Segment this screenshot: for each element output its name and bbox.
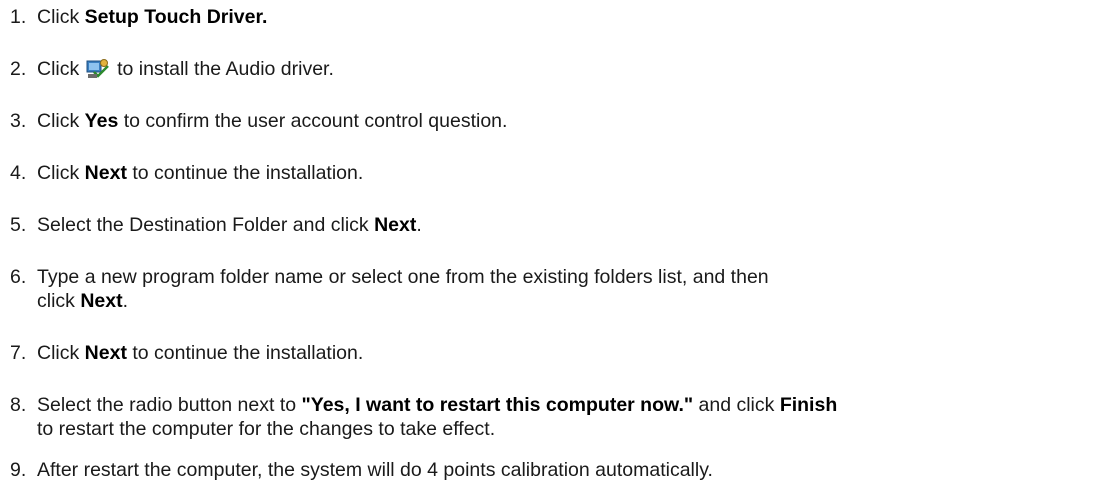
step-number: 5. [10,214,27,236]
step-bold-text: Next [84,162,127,184]
step-text: Click [37,110,85,132]
step-text: . [122,290,129,312]
step-text: Select the Destination Folder and click [37,214,375,236]
step-text: . [416,214,422,236]
step-8: 8. Select the radio button next to "Yes, … [10,393,837,417]
step-text: to continue the installation. [126,162,364,184]
step-5: 5. Select the Destination Folder and clic… [10,213,422,237]
step-text: to install the Audio driver. [111,58,334,80]
step-number: 3. [10,110,27,132]
step-text: Type a new program folder name or select… [37,266,769,288]
step-6: 6. Type a new program folder name or sele… [10,265,769,289]
step-text: to confirm the user account control ques… [118,110,508,132]
step-bold-text: Setup Touch Driver. [84,6,268,28]
step-number: 1. [10,6,27,28]
step-text: Select the radio button next to [37,394,302,416]
step-2: 2. Click to install the Audio driver. [10,57,334,81]
step-8-continuation: to restart the computer for the changes … [37,417,495,441]
step-number: 6. [10,266,27,288]
step-text: Click [37,342,85,364]
step-6-continuation: click Next. [37,289,128,313]
step-text: Click [37,162,85,184]
step-bold-text: "Yes, I want to restart this computer no… [301,394,694,416]
audio-driver-setup-icon [86,58,110,79]
step-number: 4. [10,162,27,184]
step-bold-text: Yes [84,110,119,132]
step-text: After restart the computer, the system w… [37,459,713,481]
step-number: 2. [10,58,27,80]
step-bold-text: Next [80,290,123,312]
step-text: Click [37,58,85,80]
step-7: 7. Click Next to continue the installatio… [10,341,363,365]
instruction-list: 1. Click Setup Touch Driver. 2. Click to i… [0,0,1106,488]
step-text: click [37,290,81,312]
step-text: to restart the computer for the changes … [37,418,496,440]
step-bold-text: Finish [779,394,838,416]
step-text: to continue the installation. [126,342,364,364]
step-number: 9. [10,459,27,481]
step-number: 7. [10,342,27,364]
step-3: 3. Click Yes to confirm the user account … [10,109,507,133]
step-number: 8. [10,394,27,416]
step-9: 9. After restart the computer, the system… [10,458,713,482]
step-text: Click [37,6,85,28]
step-4: 4. Click Next to continue the installatio… [10,161,363,185]
step-bold-text: Next [374,214,417,236]
step-text: and click [693,394,780,416]
step-1: 1. Click Setup Touch Driver. [10,5,267,29]
step-bold-text: Next [84,342,127,364]
